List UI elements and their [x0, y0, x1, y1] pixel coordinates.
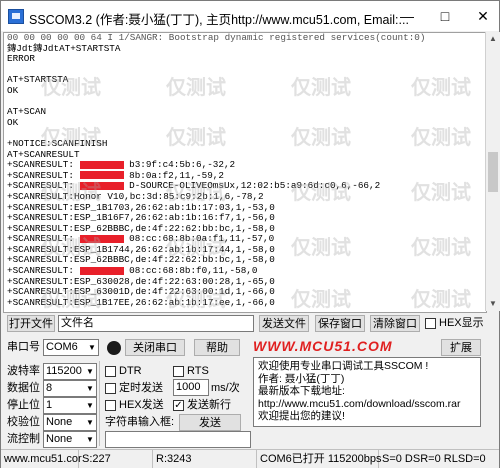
- info-line: 最新版本下载地址:: [258, 385, 345, 397]
- input-label: 字符串输入框:: [105, 416, 175, 428]
- hex-display-checkbox[interactable]: [425, 318, 436, 329]
- stopbits-label: 停止位: [7, 399, 40, 411]
- close-port-button[interactable]: 关闭串口: [125, 339, 185, 356]
- parity-select-value: None: [46, 416, 73, 428]
- redaction-mark: [79, 234, 124, 243]
- chevron-down-icon: ▼: [86, 340, 98, 355]
- port-label: 串口号: [7, 341, 40, 353]
- hex-send-checkbox[interactable]: [105, 400, 116, 411]
- port-select-value: COM6: [46, 341, 78, 353]
- parity-label: 校验位: [7, 416, 40, 428]
- status-site: www.mcu51.cor: [1, 450, 82, 468]
- databits-select-value: 8: [46, 382, 53, 394]
- redaction-mark: [79, 266, 124, 275]
- filename-field[interactable]: 文件名: [58, 315, 254, 332]
- save-window-button[interactable]: 保存窗口: [315, 315, 365, 332]
- send-input[interactable]: [105, 431, 251, 448]
- vertical-scrollbar[interactable]: ▲ ▼: [485, 32, 500, 311]
- send-file-button[interactable]: 发送文件: [259, 315, 309, 332]
- divider: [99, 361, 100, 446]
- flow-select-value: None: [46, 433, 73, 445]
- clear-window-button[interactable]: 清除窗口: [370, 315, 420, 332]
- chevron-down-icon: ▼: [84, 432, 96, 447]
- send-newline-checkbox[interactable]: ✓: [173, 400, 184, 411]
- dtr-checkbox[interactable]: [105, 366, 116, 377]
- rts-label: RTS: [187, 365, 209, 377]
- info-box: 欢迎使用专业串口调试工具SSCOM ! 作者: 聂小猛(丁丁) 最新版本下载地址…: [253, 357, 481, 427]
- maximize-button[interactable]: □: [431, 5, 459, 27]
- expand-button[interactable]: 扩展: [441, 339, 481, 356]
- chevron-down-icon: ▼: [84, 381, 96, 396]
- window-title: SSCOM3.2 (作者:聂小猛(丁丁), 主页http://www.mcu51…: [29, 13, 409, 27]
- terminal-line: AT+SCAN: [7, 106, 47, 118]
- stopbits-select[interactable]: 1 ▼: [43, 397, 97, 414]
- timed-send-label: 定时发送: [119, 382, 163, 394]
- stopbits-select-value: 1: [46, 399, 53, 411]
- hex-display-label: HEX显示: [439, 317, 484, 329]
- send-button[interactable]: 发送: [179, 414, 241, 431]
- status-sent: S:227: [79, 450, 153, 468]
- databits-select[interactable]: 8 ▼: [43, 380, 97, 397]
- chevron-down-icon: ▼: [84, 398, 96, 413]
- timed-send-checkbox[interactable]: [105, 383, 116, 394]
- app-icon: [8, 9, 24, 24]
- dtr-label: DTR: [119, 365, 142, 377]
- redaction-mark: [79, 160, 124, 169]
- open-file-button[interactable]: 打开文件: [7, 315, 55, 332]
- title-bar: SSCOM3.2 (作者:聂小猛(丁丁), 主页http://www.mcu51…: [1, 1, 499, 31]
- brand-logo: WWW.MCU51.COM: [253, 338, 393, 354]
- scroll-down-icon[interactable]: ▼: [486, 297, 500, 311]
- baud-select[interactable]: 115200 ▼: [43, 363, 97, 380]
- flow-label: 流控制: [7, 433, 40, 445]
- flow-select[interactable]: None ▼: [43, 431, 97, 448]
- info-line: 欢迎提出您的建议!: [258, 410, 345, 422]
- redaction-mark: [79, 181, 124, 190]
- chevron-down-icon: ▼: [84, 415, 96, 430]
- info-line: 作者: 聂小猛(丁丁): [258, 372, 345, 385]
- scroll-thumb[interactable]: [488, 152, 498, 192]
- help-button[interactable]: 帮助: [194, 339, 240, 356]
- minimize-button[interactable]: —: [393, 5, 421, 27]
- status-signals: S=0 DSR=0 RLSD=0: [382, 453, 486, 465]
- terminal-line: +SCANRESULT:Honor V10,bc:3d:85:c9:2b:1,6…: [7, 190, 264, 202]
- interval-input[interactable]: 1000: [173, 379, 209, 396]
- chevron-down-icon: ▼: [84, 364, 96, 379]
- status-port: COM6已打开 115200bps: [257, 450, 381, 468]
- terminal-line: ERROR: [7, 53, 35, 65]
- terminal-line: 00 00 00 00 00 64 I 1/SANGR: Bootstrap d…: [7, 32, 426, 43]
- hex-send-label: HEX发送: [119, 399, 164, 411]
- app-window: SSCOM3.2 (作者:聂小猛(丁丁), 主页http://www.mcu51…: [0, 0, 500, 468]
- terminal-line: 鏄Jdt鏄JdtAT+STARTSTA: [7, 42, 121, 54]
- baud-select-value: 115200: [46, 365, 82, 377]
- info-line: 欢迎使用专业串口调试工具SSCOM !: [258, 360, 429, 372]
- terminal-line: OK: [7, 116, 19, 128]
- terminal-line: +SCANRESULT:ESP_1B17EE,26:62:ab:1b:17:ee…: [7, 296, 275, 308]
- close-button[interactable]: ✕: [469, 5, 497, 27]
- parity-select[interactable]: None ▼: [43, 414, 97, 431]
- interval-unit-label: ms/次: [211, 382, 240, 394]
- redaction-mark: [79, 171, 124, 180]
- databits-label: 数据位: [7, 382, 40, 394]
- info-line: http://www.mcu51.com/download/sscom.rar: [258, 397, 461, 410]
- port-status-light-icon: [107, 341, 121, 355]
- terminal-line: AT+STARTSTA: [7, 74, 69, 86]
- send-newline-label: 发送新行: [187, 399, 231, 411]
- receive-area[interactable]: 00 00 00 00 00 64 I 1/SANGR: Bootstrap d…: [3, 32, 487, 313]
- terminal-line: +NOTICE:SCANFINISH: [7, 137, 108, 149]
- terminal-line: OK: [7, 84, 19, 96]
- status-received: R:3243: [153, 450, 257, 468]
- baud-label: 波特率: [7, 365, 40, 377]
- status-bar: www.mcu51.cor S:227 R:3243 COM6已打开 11520…: [1, 449, 499, 468]
- port-select[interactable]: COM6 ▼: [43, 339, 99, 356]
- rts-checkbox[interactable]: [173, 366, 184, 377]
- scroll-up-icon[interactable]: ▲: [486, 32, 500, 46]
